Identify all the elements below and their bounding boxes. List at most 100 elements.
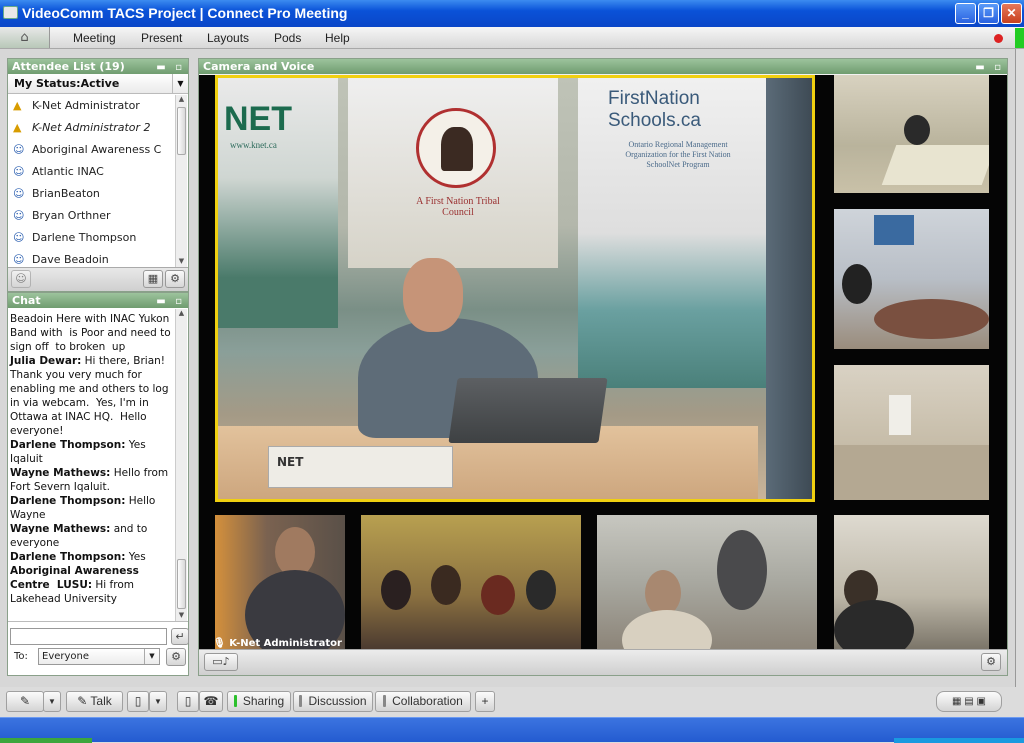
camera-pod-footer: ▭♪ ⚙	[199, 649, 1007, 675]
chevron-down-icon[interactable]: ▼	[172, 74, 188, 93]
send-message-button[interactable]: ↵	[171, 628, 189, 645]
video-tile-empty-room[interactable]	[834, 365, 989, 500]
attendee-pod-footer: ☺ ▦ ⚙	[8, 267, 188, 291]
tab-discussion[interactable]: Discussion	[293, 691, 373, 712]
chevron-down-icon[interactable]: ▼	[43, 691, 61, 712]
attendee-pod-title: Attendee List (19)	[12, 60, 125, 73]
start-webcam-button[interactable]: ▭♪	[204, 653, 238, 671]
chat-recipient-value: Everyone	[42, 651, 90, 662]
close-button[interactable]: ✕	[1001, 3, 1022, 24]
os-taskbar	[0, 717, 1024, 743]
attendee-scrollbar[interactable]: ▲ ▼	[175, 95, 187, 267]
add-layout-button[interactable]: +	[475, 691, 495, 712]
menu-help[interactable]: Help	[325, 31, 350, 45]
menu-bar: ⌂ Meeting Present Layouts Pods Help	[0, 27, 1024, 49]
talk-button[interactable]: ✎ Talk	[66, 691, 123, 712]
pod-window-controls[interactable]: ▬ ▫	[156, 60, 185, 75]
attendee-row[interactable]: ☺ Darlene Thompson	[8, 227, 176, 249]
tab-sharing[interactable]: Sharing	[227, 691, 291, 712]
attendee-list-pod: Attendee List (19) ▬ ▫ My Status:Active …	[7, 58, 189, 292]
camera-options-gear-icon[interactable]: ⚙	[981, 653, 1001, 671]
chat-message: Darlene Thompson: Yes Iqaluit	[10, 438, 173, 466]
firstnation-schools-banner-sub: Ontario Regional Management Organization…	[625, 140, 731, 169]
minimize-button[interactable]: _	[955, 3, 976, 24]
scroll-up-icon[interactable]: ▲	[176, 309, 187, 319]
meeting-stage: Attendee List (19) ▬ ▫ My Status:Active …	[0, 49, 1016, 687]
attendee-row[interactable]: ☺ Bryan Orthner	[8, 205, 176, 227]
pod-window-controls[interactable]: ▬ ▫	[156, 294, 185, 309]
video-tile-conference-room-2[interactable]	[834, 209, 989, 349]
tribal-council-banner-text: A First Nation Tribal Council	[416, 196, 500, 218]
start-button[interactable]	[0, 738, 92, 743]
pod-window-controls[interactable]: ▬ ▫	[975, 60, 1004, 75]
chat-options-gear-icon[interactable]: ⚙	[166, 648, 186, 666]
knet-banner-text: NET	[224, 100, 292, 138]
menu-layouts[interactable]: Layouts	[207, 31, 249, 45]
chat-sender: Darlene Thompson:	[10, 439, 126, 451]
scroll-down-icon[interactable]: ▼	[176, 257, 187, 267]
handset-icon[interactable]: ☎	[199, 691, 223, 712]
raise-hand-button[interactable]: ☺	[11, 270, 31, 288]
attendee-name: Atlantic INAC	[32, 165, 104, 178]
scroll-down-icon[interactable]: ▼	[176, 611, 187, 621]
active-speaker-name: K-Net Administrator	[229, 638, 342, 649]
attendee-row[interactable]: ▲ K-Net Administrator 2	[8, 117, 176, 139]
chat-scrollbar[interactable]: ▲ ▼	[175, 309, 187, 621]
layout-view-controls[interactable]: ▦ ▤ ▣	[936, 691, 1002, 712]
attendee-list: ▲ K-Net Administrator ▲ K-Net Administrator…	[8, 95, 176, 267]
scroll-thumb[interactable]	[177, 107, 186, 155]
attendee-name: Dave Beadoin	[32, 253, 109, 266]
my-status-dropdown[interactable]: My Status:Active ▼	[8, 74, 188, 94]
participant-icon: ☺	[13, 165, 25, 178]
scroll-thumb[interactable]	[177, 559, 186, 609]
window-title: VideoComm TACS Project | Connect Pro Mee…	[22, 5, 348, 21]
attendee-row[interactable]: ☺ Atlantic INAC	[8, 161, 176, 183]
attendee-row[interactable]: ☺ Dave Beadoin	[8, 249, 176, 267]
video-tile-participant-3[interactable]	[834, 515, 989, 650]
chevron-down-icon[interactable]: ▼	[149, 691, 167, 712]
participant-icon: ☺	[13, 253, 25, 266]
knet-banner: NET www.knet.ca	[218, 78, 338, 328]
system-tray	[894, 738, 1024, 743]
audio-lock-button[interactable]: ▯	[127, 691, 149, 712]
video-tile-classroom[interactable]	[361, 515, 581, 650]
menu-present[interactable]: Present	[141, 31, 182, 45]
tab-discussion-label: Discussion	[308, 694, 367, 708]
attendee-view-button[interactable]: ▦	[143, 270, 163, 288]
attendee-row[interactable]: ▲ K-Net Administrator	[8, 95, 176, 117]
chat-sender: Darlene Thompson:	[10, 495, 126, 507]
video-tile-participant-1[interactable]	[215, 515, 345, 650]
app-icon	[3, 6, 18, 19]
attendee-row[interactable]: ☺ Aboriginal Awareness C	[8, 139, 176, 161]
restore-button[interactable]: ❐	[978, 3, 999, 24]
chat-message: Wayne Mathews: and to everyone	[10, 522, 173, 550]
menu-meeting[interactable]: Meeting	[73, 31, 116, 45]
video-tile-conference-room-1[interactable]	[834, 75, 989, 193]
recording-indicator-icon[interactable]	[994, 34, 1003, 43]
chat-text: Hi there, Brian! Thank you very much for…	[10, 355, 172, 437]
host-icon: ▲	[13, 121, 22, 134]
chat-pod: Chat ▬ ▫ Beadoin Here with INAC Yukon Ba…	[7, 292, 189, 676]
chat-sender: Wayne Mathews:	[10, 467, 111, 479]
lock-icon[interactable]: ▯	[177, 691, 199, 712]
attendee-row[interactable]: ☺ BrianBeaton	[8, 183, 176, 205]
my-status-label: My Status:Active	[14, 77, 120, 90]
chat-recipient-select[interactable]: Everyone ▼	[38, 648, 160, 665]
camera-pod-title: Camera and Voice	[203, 60, 315, 73]
main-speaker-video[interactable]: NET www.knet.ca A First Nation Tribal Co…	[215, 75, 815, 502]
firstnation-schools-banner-text: FirstNation Schools.ca	[608, 88, 701, 131]
tab-collaboration[interactable]: Collaboration	[375, 691, 471, 712]
chat-pod-title: Chat	[12, 294, 41, 307]
chat-log: Beadoin Here with INAC Yukon Band with i…	[8, 309, 176, 617]
video-tile-participant-2[interactable]	[597, 515, 817, 650]
attendee-options-gear-icon[interactable]: ⚙	[165, 270, 185, 288]
menu-pods[interactable]: Pods	[274, 31, 301, 45]
scroll-up-icon[interactable]: ▲	[176, 95, 187, 105]
chat-text: Beadoin Here with INAC Yukon Band with i…	[10, 313, 176, 353]
chevron-down-icon[interactable]: ▼	[144, 649, 159, 664]
participant-icon: ☺	[13, 209, 25, 222]
presenter-tools-button[interactable]: ✎	[6, 691, 44, 712]
chat-message: Darlene Thompson: Yes	[10, 550, 173, 564]
attendee-pod-header: Attendee List (19) ▬ ▫	[8, 59, 188, 74]
chat-message-input[interactable]	[10, 628, 167, 645]
